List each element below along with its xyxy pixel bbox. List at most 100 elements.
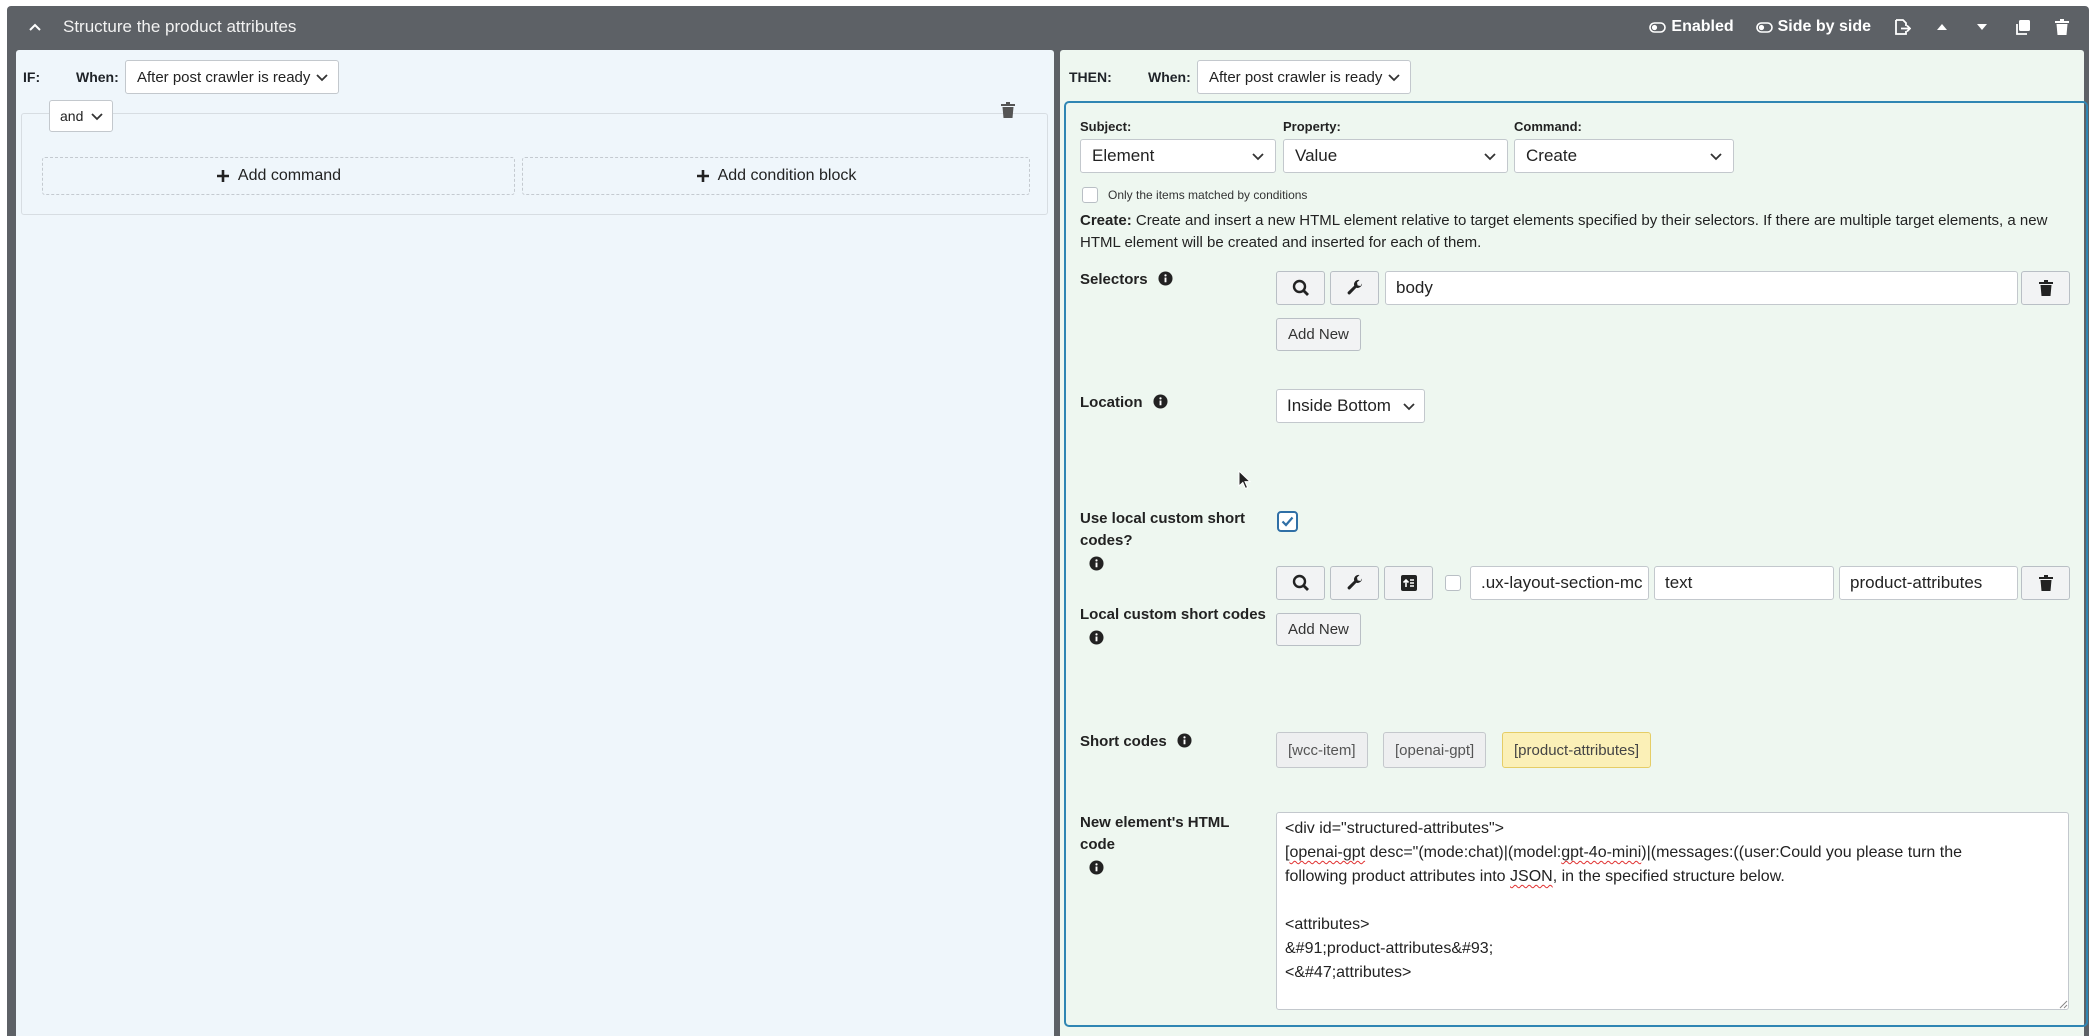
block-title: Structure the product attributes (63, 17, 297, 36)
chevron-up-icon[interactable] (27, 19, 43, 35)
toggle-icon (1755, 21, 1773, 33)
then-when-value: After post crawler is ready (1209, 68, 1383, 86)
info-icon[interactable] (1089, 860, 1104, 875)
if-label: IF: (23, 69, 41, 85)
command-card: Subject: Property: Command: Element Valu… (1064, 101, 2088, 1027)
info-icon[interactable] (1153, 394, 1168, 409)
only-matched-label: Only the items matched by conditions (1108, 188, 1308, 202)
command-select[interactable]: Create (1514, 139, 1734, 173)
chevron-down-icon (1484, 153, 1496, 161)
property-value: Value (1295, 146, 1338, 165)
enabled-label: Enabled (1671, 18, 1734, 35)
subject-select[interactable]: Element (1080, 139, 1276, 173)
trash-icon[interactable] (1001, 102, 1015, 118)
code-token: gpt-4o-mini (1561, 844, 1642, 861)
info-icon[interactable] (1089, 630, 1104, 645)
plus-icon (696, 170, 709, 182)
add-local-code-button[interactable]: Add New (1276, 613, 1361, 646)
add-selector-button[interactable]: Add New (1276, 318, 1361, 351)
only-matched-checkbox[interactable] (1082, 187, 1098, 203)
use-local-label-row: Use local custom short codes? (1080, 508, 1260, 576)
property-label: Property: (1283, 119, 1341, 134)
local-attribute-input[interactable]: text (1654, 566, 1834, 600)
duplicate-icon[interactable] (2013, 18, 2031, 36)
add-condition-block-button[interactable]: Add condition block (522, 157, 1030, 195)
move-down-icon[interactable] (1973, 18, 1991, 36)
local-code-checkbox[interactable] (1445, 575, 1461, 591)
chevron-down-icon (91, 113, 103, 121)
search-button[interactable] (1276, 271, 1325, 305)
code-token: )|(messages:((user:Could you please turn… (1641, 844, 1962, 861)
logic-operator-value: and (60, 108, 84, 124)
local-attribute-button[interactable] (1384, 566, 1433, 600)
local-wrench-button[interactable] (1330, 566, 1379, 600)
plus-icon (216, 170, 229, 182)
delete-local-code-button[interactable] (2021, 566, 2070, 600)
enabled-toggle[interactable]: Enabled (1649, 18, 1734, 36)
if-when-label: When: (76, 69, 119, 85)
local-codes-label-row: Local custom short codes (1080, 604, 1280, 650)
subject-value: Element (1092, 146, 1155, 165)
html-code-label-row: New element's HTML code (1080, 812, 1250, 880)
local-search-button[interactable] (1276, 566, 1325, 600)
short-codes-label: Short codes (1080, 733, 1167, 750)
export-icon[interactable] (1893, 18, 1911, 36)
resize-handle-icon[interactable] (2059, 1000, 2068, 1009)
attribute-icon (1400, 575, 1417, 591)
location-label: Location (1080, 394, 1143, 411)
property-select[interactable]: Value (1283, 139, 1508, 173)
delete-selector-button[interactable] (2021, 271, 2070, 305)
code-token: JSON (1510, 868, 1553, 885)
local-selector-input[interactable]: .ux-layout-section-mc (1470, 566, 1649, 600)
add-condition-block-label: Add condition block (717, 167, 857, 184)
side-by-side-toggle[interactable]: Side by side (1755, 18, 1871, 36)
location-label-row: Location (1080, 392, 1168, 414)
short-code-button[interactable]: [wcc-item] (1276, 732, 1368, 768)
local-name-input[interactable]: product-attributes (1839, 566, 2018, 600)
wrench-icon (1347, 574, 1362, 590)
code-line: <div id="structured-attributes"> (1285, 820, 1505, 837)
checkmark-icon (1281, 516, 1294, 527)
short-code-button-active[interactable]: [product-attributes] (1502, 732, 1652, 768)
add-command-button[interactable]: Add command (42, 157, 515, 195)
side-by-side-label: Side by side (1777, 18, 1871, 35)
mouse-cursor-icon (1238, 470, 1252, 490)
chevron-down-icon (1252, 153, 1264, 161)
command-block: Structure the product attributes Enabled… (7, 6, 2089, 1036)
then-when-select[interactable]: After post crawler is ready (1197, 60, 1411, 94)
command-description: Create: Create and insert a new HTML ele… (1080, 210, 2070, 254)
info-icon[interactable] (1177, 733, 1192, 748)
code-line: <attributes> (1285, 916, 1370, 933)
delete-block-icon[interactable] (2053, 18, 2071, 36)
info-icon[interactable] (1089, 556, 1104, 571)
chevron-down-icon (1388, 74, 1400, 82)
logic-operator-select[interactable]: and (49, 100, 113, 132)
local-codes-label: Local custom short codes (1080, 606, 1266, 623)
trash-icon (2038, 280, 2053, 296)
search-icon (1292, 279, 1309, 296)
use-local-checkbox[interactable] (1277, 511, 1298, 532)
wrench-button[interactable] (1330, 271, 1379, 305)
move-up-icon[interactable] (1933, 18, 1951, 36)
selector-input[interactable]: body (1385, 271, 2018, 305)
short-code-button[interactable]: [openai-gpt] (1383, 732, 1487, 768)
then-label: THEN: (1069, 69, 1112, 85)
short-codes-label-row: Short codes (1080, 731, 1192, 753)
if-when-select[interactable]: After post crawler is ready (125, 60, 339, 94)
if-when-value: After post crawler is ready (137, 68, 311, 86)
html-code-label: New element's HTML code (1080, 814, 1230, 853)
toggle-icon (1649, 21, 1667, 33)
chevron-down-icon (1710, 153, 1722, 161)
selectors-label-row: Selectors (1080, 269, 1173, 291)
location-select[interactable]: Inside Bottom (1276, 389, 1425, 423)
command-label: Command: (1514, 119, 1582, 134)
info-icon[interactable] (1158, 271, 1173, 286)
add-command-label: Add command (237, 167, 342, 184)
selectors-label: Selectors (1080, 271, 1148, 288)
then-panel: THEN: When: After post crawler is ready … (1060, 50, 2088, 1036)
html-code-textarea[interactable]: <div id="structured-attributes"> [openai… (1276, 812, 2069, 1010)
wrench-icon (1347, 279, 1362, 295)
description-title: Create: (1080, 212, 1132, 229)
code-token: desc="(mode:chat)|(model: (1365, 844, 1562, 861)
trash-icon (2038, 575, 2053, 591)
